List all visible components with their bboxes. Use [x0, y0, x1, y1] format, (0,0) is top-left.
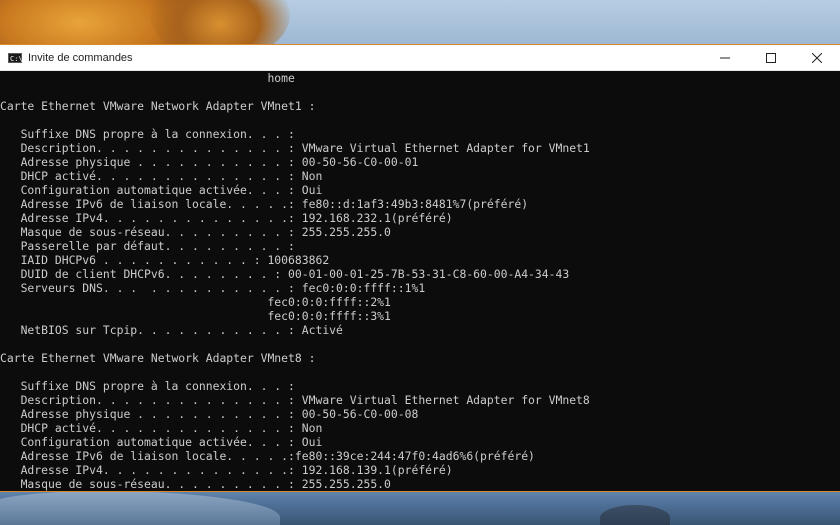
console-line: NetBIOS sur Tcpip. . . . . . . . . . . :…: [0, 323, 343, 337]
wallpaper-rock-dark: [600, 505, 670, 525]
maximize-button[interactable]: [748, 45, 794, 71]
window-title: Invite de commandes: [28, 51, 133, 64]
minimize-button[interactable]: [702, 45, 748, 71]
console-line: DUID de client DHCPv6. . . . . . . . : 0…: [0, 267, 570, 281]
console-line: Description. . . . . . . . . . . . . . :…: [0, 393, 590, 407]
console-line: Adresse IPv6 de liaison locale. . . . .:…: [0, 197, 529, 211]
console-line: Passerelle par défaut. . . . . . . . . :: [0, 239, 295, 253]
console-line: Carte Ethernet VMware Network Adapter VM…: [0, 351, 316, 365]
console-line: DHCP activé. . . . . . . . . . . . . . :…: [0, 169, 323, 183]
maximize-icon: [766, 52, 776, 63]
console-line: Configuration automatique activée. . . :…: [0, 183, 323, 197]
console-line: DHCP activé. . . . . . . . . . . . . . :…: [0, 421, 323, 435]
console-line: Adresse physique . . . . . . . . . . . :…: [0, 155, 419, 169]
console-line: Masque de sous-réseau. . . . . . . . . :…: [0, 477, 391, 491]
console-line: IAID DHCPv6 . . . . . . . . . . . : 1006…: [0, 253, 330, 267]
command-prompt-window[interactable]: C:\ Invite de commandes home Carte Ethern…: [0, 44, 840, 492]
console-line: Configuration automatique activée. . . :…: [0, 435, 323, 449]
console-line: Description. . . . . . . . . . . . . . :…: [0, 141, 590, 155]
close-button[interactable]: [794, 45, 840, 71]
console-line: Suffixe DNS propre à la connexion. . . :: [0, 127, 295, 141]
console-line: fec0:0:0:ffff::2%1: [0, 295, 391, 309]
console-line: Adresse IPv4. . . . . . . . . . . . . .:…: [0, 463, 453, 477]
console-line: Suffixe DNS propre à la connexion. . . :: [0, 379, 295, 393]
window-titlebar[interactable]: C:\ Invite de commandes: [0, 45, 840, 71]
cmd-app-icon: C:\: [8, 52, 23, 63]
close-icon: [812, 52, 822, 63]
console-output[interactable]: home Carte Ethernet VMware Network Adapte…: [0, 71, 840, 491]
console-line: Adresse IPv6 de liaison locale. . . . .:…: [0, 449, 535, 463]
console-line: Adresse physique . . . . . . . . . . . :…: [0, 407, 419, 421]
console-line: fec0:0:0:ffff::3%1: [0, 309, 391, 323]
console-line: Masque de sous-réseau. . . . . . . . . :…: [0, 225, 391, 239]
console-line: Adresse IPv4. . . . . . . . . . . . . .:…: [0, 211, 453, 225]
console-line: Carte Ethernet VMware Network Adapter VM…: [0, 99, 316, 113]
minimize-icon: [720, 57, 730, 58]
console-line: Serveurs DNS. . . . . . . . . . . . . : …: [0, 281, 426, 295]
console-line: home: [0, 71, 295, 85]
